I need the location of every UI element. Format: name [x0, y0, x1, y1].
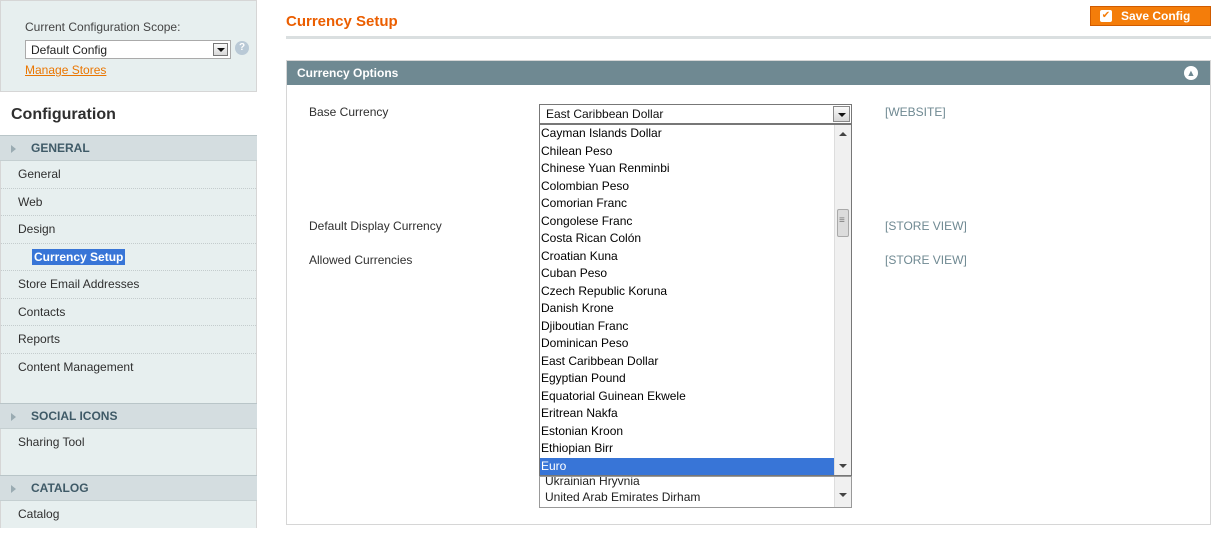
dropdown-option[interactable]: Eritrean Nakfa — [540, 405, 851, 423]
save-config-label: Save Config — [1121, 9, 1191, 23]
help-icon[interactable]: ? — [235, 41, 249, 55]
base-currency-select[interactable]: East Caribbean Dollar — [539, 104, 852, 124]
sidebar-item-currency-setup[interactable]: Currency Setup — [1, 244, 256, 271]
dropdown-option[interactable]: Costa Rican Colón — [540, 230, 851, 248]
dropdown-option[interactable]: Djiboutian Franc — [540, 318, 851, 336]
scope-select-value: Default Config — [31, 43, 108, 57]
sidebar-item-contacts[interactable]: Contacts — [1, 299, 256, 326]
sidebar-item-currency-setup-label: Currency Setup — [32, 248, 126, 265]
dropdown-option[interactable]: Dominican Peso — [540, 335, 851, 353]
sidebar-item-catalog[interactable]: Catalog — [1, 501, 256, 529]
group-general[interactable]: GENERAL — [0, 135, 257, 161]
dropdown-option[interactable]: Congolese Franc — [540, 213, 851, 231]
dropdown-option[interactable]: Czech Republic Koruna — [540, 283, 851, 301]
scope-label: Current Configuration Scope: — [25, 20, 181, 34]
base-currency-scope: [WEBSITE] — [885, 105, 946, 119]
scroll-down-icon[interactable] — [839, 493, 847, 497]
dropdown-options: Cayman Islands Dollar Chilean Peso Chinese… — [540, 125, 851, 475]
collapse-icon[interactable]: ▲ — [1184, 66, 1198, 80]
group-catalog[interactable]: CATALOG — [0, 474, 257, 501]
dropdown-option[interactable]: Estonian Kroon — [540, 423, 851, 441]
sidebar-item-sharing-tool[interactable]: Sharing Tool — [1, 429, 256, 457]
section-title: Currency Options — [297, 66, 399, 80]
base-currency-label: Base Currency — [309, 105, 389, 119]
group-social-icons[interactable]: SOCIAL ICONS — [0, 403, 257, 429]
allowed-currencies-scope: [STORE VIEW] — [885, 253, 967, 267]
base-currency-dropdown[interactable]: Cayman Islands Dollar Chilean Peso Chinese… — [539, 124, 852, 476]
check-icon: ✔ — [1100, 10, 1112, 22]
multiselect-scrollbar[interactable] — [834, 477, 851, 507]
sidebar: Current Configuration Scope: Default Con… — [0, 0, 257, 533]
dropdown-option[interactable]: Euro — [540, 457, 851, 475]
dropdown-scrollbar[interactable] — [834, 125, 851, 475]
sidebar-item-store-email[interactable]: Store Email Addresses — [1, 271, 256, 299]
scope-switcher: Current Configuration Scope: Default Con… — [0, 0, 257, 92]
scroll-down-icon[interactable] — [839, 464, 847, 468]
group-social-items: Sharing Tool — [0, 429, 257, 475]
page-title: Currency Setup — [286, 13, 398, 30]
display-currency-scope: [STORE VIEW] — [885, 219, 967, 233]
scroll-thumb[interactable] — [837, 209, 849, 237]
allowed-currencies-multiselect[interactable]: Ukrainian Hryvnia United Arab Emirates D… — [539, 476, 852, 508]
manage-stores-link[interactable]: Manage Stores — [25, 63, 106, 77]
list-item[interactable]: Ukrainian Hryvnia — [540, 477, 851, 489]
dropdown-option[interactable]: Cayman Islands Dollar — [540, 125, 851, 143]
save-config-button[interactable]: ✔ Save Config — [1090, 6, 1211, 26]
dropdown-option[interactable]: Danish Krone — [540, 300, 851, 318]
dropdown-option[interactable]: Croatian Kuna — [540, 248, 851, 266]
title-divider — [286, 36, 1211, 39]
group-catalog-items: Catalog — [0, 500, 257, 529]
dropdown-option[interactable]: East Caribbean Dollar — [540, 353, 851, 371]
config-tabs: GENERAL General Web Design Currency Setu… — [0, 135, 257, 528]
dropdown-option[interactable]: Chilean Peso — [540, 143, 851, 161]
dropdown-option[interactable]: Cuban Peso — [540, 265, 851, 283]
list-item[interactable]: United Arab Emirates Dirham — [540, 489, 851, 505]
chevron-down-icon[interactable] — [213, 43, 228, 56]
sidebar-item-content-management[interactable]: Content Management — [1, 354, 256, 382]
dropdown-option[interactable]: Comorian Franc — [540, 195, 851, 213]
dropdown-option[interactable]: Chinese Yuan Renminbi — [540, 160, 851, 178]
dropdown-option[interactable]: Colombian Peso — [540, 178, 851, 196]
chevron-down-icon[interactable] — [833, 106, 850, 122]
group-general-items: General Web Design Currency Setup Store … — [0, 161, 257, 403]
sidebar-item-general[interactable]: General — [1, 161, 256, 189]
config-title: Configuration — [11, 106, 116, 123]
sidebar-item-reports[interactable]: Reports — [1, 326, 256, 354]
scroll-up-icon[interactable] — [839, 132, 847, 136]
dropdown-option[interactable]: Egyptian Pound — [540, 370, 851, 388]
sidebar-item-web[interactable]: Web — [1, 189, 256, 216]
display-currency-label: Default Display Currency — [309, 219, 442, 233]
sidebar-item-design[interactable]: Design — [1, 216, 256, 244]
scope-select[interactable]: Default Config — [25, 40, 231, 59]
base-currency-value: East Caribbean Dollar — [546, 107, 664, 121]
dropdown-option[interactable]: Ethiopian Birr — [540, 440, 851, 458]
dropdown-option[interactable]: Equatorial Guinean Ekwele — [540, 388, 851, 406]
section-header[interactable]: Currency Options ▲ — [287, 61, 1210, 85]
allowed-currencies-label: Allowed Currencies — [309, 253, 413, 267]
